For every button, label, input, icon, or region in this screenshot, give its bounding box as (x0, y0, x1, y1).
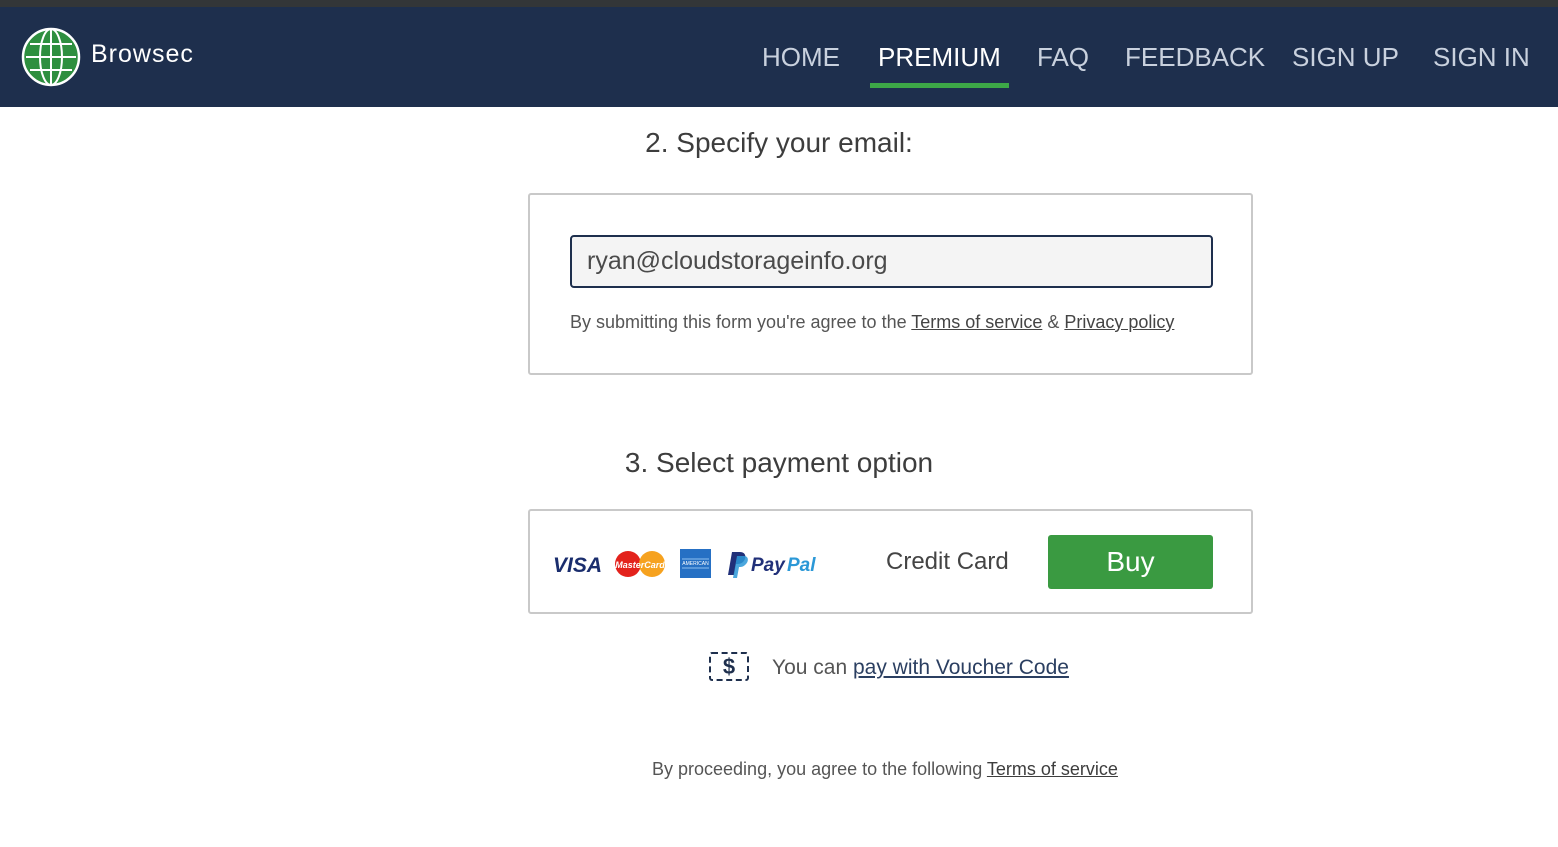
nav-home[interactable]: HOME (762, 44, 840, 70)
brand-name[interactable]: Browsec (91, 40, 194, 69)
footer-terms-of-service-link[interactable]: Terms of service (987, 759, 1118, 779)
nav-active-indicator (870, 83, 1009, 88)
svg-text:VISA: VISA (553, 554, 602, 577)
visa-logo-icon: VISA (553, 554, 602, 577)
paypal-logo-icon: Pay Pal (728, 552, 816, 578)
payment-section-heading: 3. Select payment option (624, 447, 934, 478)
voucher-text: You can pay with Voucher Code (772, 656, 1069, 679)
terms-of-service-link[interactable]: Terms of service (911, 312, 1042, 332)
email-input[interactable] (570, 235, 1213, 288)
form-agreement-text: By submitting this form you're agree to … (570, 312, 1175, 332)
svg-text:MasterCard: MasterCard (615, 560, 665, 570)
amex-logo-icon: AMERICAN (680, 549, 711, 578)
card-logos: VISA MasterCard AMERICAN Pay Pal (553, 549, 816, 578)
payment-method-label: Credit Card (886, 548, 1009, 575)
dollar-voucher-icon: $ (709, 652, 749, 681)
svg-text:Pal: Pal (787, 555, 816, 576)
email-section-heading: 2. Specify your email: (645, 127, 913, 158)
privacy-policy-link[interactable]: Privacy policy (1064, 312, 1174, 332)
site-header: Browsec HOME PREMIUM FAQ FEEDBACK SIGN U… (0, 7, 1558, 107)
nav-sign-up[interactable]: SIGN UP (1292, 44, 1399, 70)
voucher-code-link[interactable]: pay with Voucher Code (853, 656, 1069, 679)
svg-text:Pay: Pay (751, 555, 786, 576)
svg-text:AMERICAN: AMERICAN (682, 561, 709, 567)
nav-sign-in[interactable]: SIGN IN (1433, 44, 1530, 70)
nav-faq[interactable]: FAQ (1037, 44, 1089, 70)
nav-feedback[interactable]: FEEDBACK (1125, 44, 1265, 70)
nav-premium[interactable]: PREMIUM (878, 44, 1001, 70)
browsec-globe-logo-icon[interactable] (21, 27, 81, 87)
mastercard-logo-icon: MasterCard (615, 551, 665, 577)
footer-agreement-text: By proceeding, you agree to the followin… (652, 759, 1118, 779)
buy-button[interactable]: Buy (1048, 535, 1213, 589)
browser-top-strip (0, 0, 1558, 7)
